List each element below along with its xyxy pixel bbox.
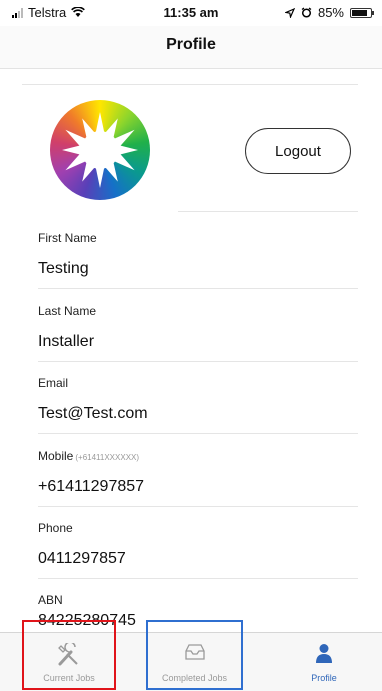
person-icon	[316, 644, 332, 663]
label-text: First Name	[38, 231, 97, 245]
divider	[22, 84, 358, 85]
location-arrow-icon	[284, 7, 295, 18]
field-label: Phone	[38, 521, 358, 535]
email-field[interactable]: Email Test@Test.com	[38, 376, 358, 434]
starburst-logo-icon	[62, 112, 138, 188]
label-text: Mobile	[38, 449, 74, 463]
last-name-field[interactable]: Last Name Installer	[38, 304, 358, 362]
email-value[interactable]: Test@Test.com	[38, 405, 358, 423]
phone-field[interactable]: Phone 0411297857	[38, 521, 358, 579]
label-text: Email	[38, 376, 69, 390]
field-label: Mobile (+61411XXXXXX)	[38, 449, 358, 463]
status-right: 85%	[284, 5, 374, 20]
divider	[38, 288, 358, 289]
tab-profile[interactable]: Profile	[276, 633, 372, 691]
battery-icon	[350, 7, 374, 18]
mobile-field[interactable]: Mobile (+61411XXXXXX) +61411297857	[38, 449, 358, 507]
divider	[38, 361, 358, 362]
divider	[38, 433, 358, 434]
current-jobs-highlight-box	[22, 620, 116, 690]
status-bar: Telstra 11:35 am 85%	[0, 0, 382, 26]
page-title: Profile	[166, 36, 216, 53]
tab-label: Profile	[311, 673, 337, 683]
label-text: ABN	[38, 593, 63, 607]
field-label: First Name	[38, 231, 358, 245]
first-name-value[interactable]: Testing	[38, 260, 358, 278]
field-label: Last Name	[38, 304, 358, 318]
alarm-icon	[301, 7, 312, 18]
mobile-value[interactable]: +61411297857	[38, 478, 358, 496]
divider	[38, 578, 358, 579]
avatar	[50, 100, 150, 200]
abn-field[interactable]: ABN	[38, 593, 358, 607]
first-name-field[interactable]: First Name Testing	[38, 231, 358, 289]
field-label: Email	[38, 376, 358, 390]
field-label: ABN	[38, 593, 358, 607]
logout-button[interactable]: Logout	[245, 128, 351, 174]
phone-value[interactable]: 0411297857	[38, 550, 358, 568]
completed-jobs-highlight-box	[146, 620, 243, 690]
divider	[178, 211, 358, 212]
battery-fill	[352, 9, 368, 16]
divider	[38, 506, 358, 507]
last-name-value[interactable]: Installer	[38, 333, 358, 351]
mobile-format-hint: (+61411XXXXXX)	[75, 453, 140, 462]
label-text: Phone	[38, 521, 73, 535]
label-text: Last Name	[38, 304, 97, 318]
navigation-bar: Profile	[0, 26, 382, 69]
battery-percent: 85%	[317, 5, 344, 20]
